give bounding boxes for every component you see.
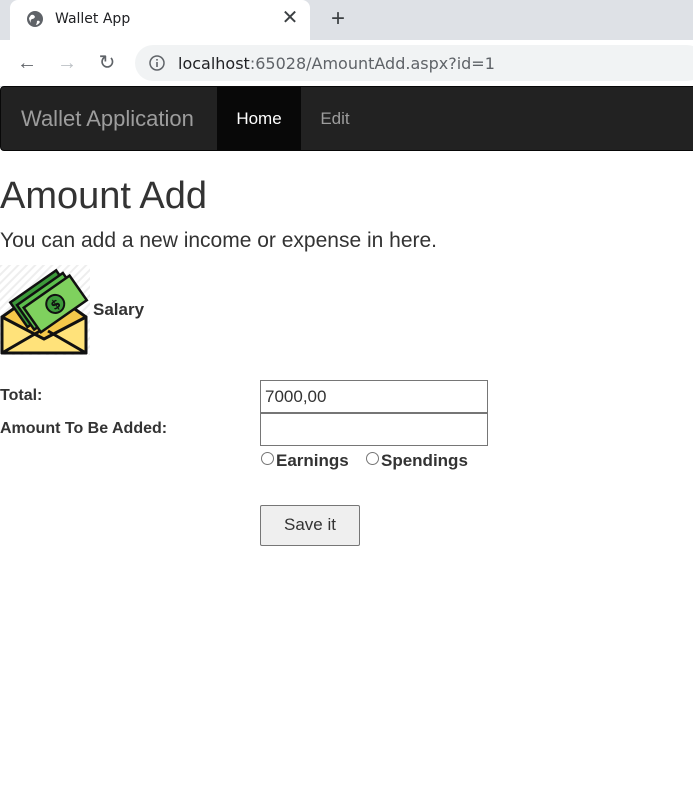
nav-item-home[interactable]: Home (217, 87, 301, 150)
url-text: localhost:65028/AmountAdd.aspx?id=1 (178, 54, 495, 73)
back-arrow-icon[interactable]: ← (15, 51, 39, 75)
new-tab-icon[interactable]: + (326, 6, 350, 32)
card-label: Salary (93, 300, 145, 319)
url-path: :65028/AmountAdd.aspx?id=1 (249, 54, 495, 73)
close-icon[interactable]: ✕ (280, 7, 300, 29)
page-subtitle: You can add a new income or expense in h… (0, 229, 438, 252)
earnings-radio[interactable] (261, 452, 274, 465)
globe-icon (27, 11, 43, 27)
info-icon[interactable] (149, 55, 165, 71)
address-bar[interactable]: localhost:65028/AmountAdd.aspx?id=1 (135, 45, 693, 81)
navbar-brand[interactable]: Wallet Application (21, 106, 194, 132)
page-title: Amount Add (0, 175, 208, 217)
money-envelope-icon: $ (0, 265, 90, 355)
nav-item-edit[interactable]: Edit (301, 87, 369, 150)
reload-icon[interactable]: ↻ (95, 51, 119, 75)
amount-label: Amount To Be Added: (0, 420, 168, 437)
spendings-radio[interactable] (366, 452, 379, 465)
browser-tabstrip: Wallet App ✕ + (0, 0, 693, 40)
total-label: Total: (0, 387, 43, 404)
forward-arrow-icon[interactable]: → (55, 51, 79, 75)
amount-field[interactable] (260, 413, 488, 446)
app-navbar: Wallet Application Home Edit (0, 86, 693, 151)
tab-title: Wallet App (55, 11, 131, 27)
browser-toolbar: ← → ↻ localhost:65028/AmountAdd.aspx?id=… (0, 40, 693, 87)
earnings-radio-label[interactable]: Earnings (276, 451, 349, 471)
url-host: localhost (178, 54, 250, 73)
spendings-radio-label[interactable]: Spendings (381, 451, 468, 471)
total-field[interactable] (260, 380, 488, 413)
save-button[interactable]: Save it (260, 505, 360, 546)
browser-tab[interactable]: Wallet App ✕ (10, 0, 310, 40)
